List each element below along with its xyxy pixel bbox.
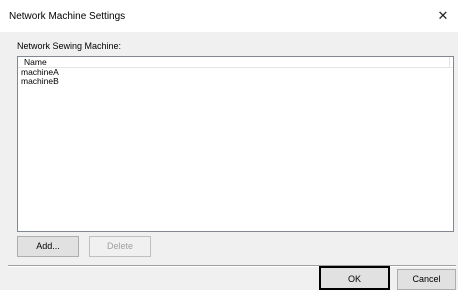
add-button[interactable]: Add...: [17, 236, 79, 257]
window-title: Network Machine Settings: [9, 11, 126, 22]
column-header-name[interactable]: Name: [18, 57, 450, 67]
machine-list[interactable]: Name machineA machineB: [17, 56, 454, 232]
close-icon[interactable]: ✕: [432, 6, 454, 26]
title-bar: Network Machine Settings ✕: [0, 0, 458, 32]
list-item[interactable]: machineB: [18, 77, 453, 86]
list-item[interactable]: machineA: [18, 68, 453, 77]
dialog-body: Network Sewing Machine: Name machineA ma…: [0, 32, 458, 290]
list-rows: machineA machineB: [18, 68, 453, 86]
ok-button[interactable]: OK: [319, 266, 390, 290]
column-header-label: Name: [24, 57, 47, 67]
network-sewing-machine-label: Network Sewing Machine:: [17, 41, 122, 51]
delete-button[interactable]: Delete: [89, 236, 151, 257]
list-header: Name: [18, 57, 453, 68]
cancel-button[interactable]: Cancel: [397, 269, 456, 290]
